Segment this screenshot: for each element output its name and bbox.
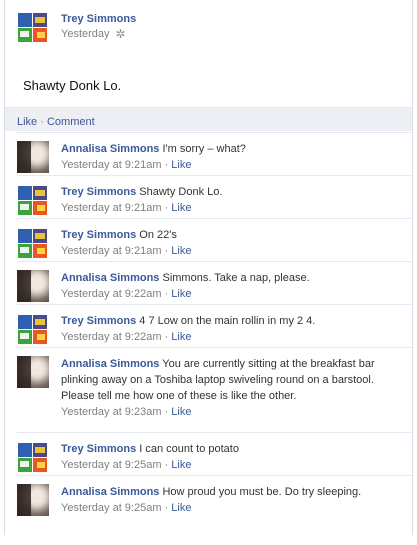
- comment-text: I can count to potato: [139, 443, 239, 455]
- comment-text: How proud you must be. Do try sleeping.: [162, 486, 362, 498]
- comment-text: On 22's: [139, 229, 177, 241]
- comment-item: Trey Simmons On 22's Yesterday at 9:21am…: [17, 218, 412, 261]
- comment-like-link[interactable]: Like: [171, 202, 191, 214]
- like-link[interactable]: Like: [17, 116, 37, 128]
- post-header: Trey Simmons Yesterday ✲: [5, 0, 412, 57]
- comment-timestamp[interactable]: Yesterday at 9:21am: [61, 245, 162, 257]
- commenter-name[interactable]: Annalisa Simmons: [61, 486, 159, 498]
- comment-link[interactable]: Comment: [47, 116, 95, 128]
- commenter-name[interactable]: Trey Simmons: [61, 186, 136, 198]
- commenter-avatar[interactable]: [17, 484, 49, 516]
- comment-like-link[interactable]: Like: [171, 459, 191, 471]
- commenter-name[interactable]: Annalisa Simmons: [61, 358, 159, 370]
- commenter-name[interactable]: Annalisa Simmons: [61, 272, 159, 284]
- commenter-name[interactable]: Trey Simmons: [61, 315, 136, 327]
- commenter-name[interactable]: Annalisa Simmons: [61, 143, 159, 155]
- post-timestamp[interactable]: Yesterday: [61, 27, 110, 41]
- comment-like-link[interactable]: Like: [171, 159, 191, 171]
- commenter-avatar[interactable]: [17, 184, 49, 216]
- comment-item: Trey Simmons 4 7 Low on the main rollin …: [17, 304, 412, 347]
- commenter-name[interactable]: Trey Simmons: [61, 443, 136, 455]
- comment-timestamp[interactable]: Yesterday at 9:23am: [61, 406, 162, 418]
- comment-timestamp[interactable]: Yesterday at 9:22am: [61, 331, 162, 343]
- commenter-avatar[interactable]: [17, 313, 49, 345]
- comment-like-link[interactable]: Like: [171, 406, 191, 418]
- commenter-avatar[interactable]: [17, 227, 49, 259]
- comment-item: Trey Simmons Shawty Donk Lo. Yesterday a…: [17, 175, 412, 218]
- commenter-avatar[interactable]: [17, 441, 49, 473]
- comment-text: Shawty Donk Lo.: [139, 186, 223, 198]
- comment-timestamp[interactable]: Yesterday at 9:25am: [61, 502, 162, 514]
- action-separator: ·: [40, 116, 44, 128]
- comment-like-link[interactable]: Like: [171, 331, 191, 343]
- comment-item: Annalisa Simmons Simmons. Take a nap, pl…: [17, 261, 412, 304]
- comment-item: Trey Simmons I can count to potato Yeste…: [17, 432, 412, 475]
- comment-like-link[interactable]: Like: [171, 288, 191, 300]
- privacy-gear-icon[interactable]: ✲: [116, 28, 126, 40]
- commenter-name[interactable]: Trey Simmons: [61, 229, 136, 241]
- comment-text: 4 7 Low on the main rollin in my 2 4.: [139, 315, 316, 327]
- story-card: Trey Simmons Yesterday ✲ Shawty Donk Lo.…: [4, 0, 413, 535]
- comment-text: Simmons. Take a nap, please.: [162, 272, 310, 284]
- comment-item: Annalisa Simmons You are currently sitti…: [17, 347, 412, 432]
- commenter-avatar[interactable]: [17, 270, 49, 302]
- commenter-avatar[interactable]: [17, 356, 49, 388]
- author-avatar[interactable]: [17, 11, 49, 43]
- commenter-avatar[interactable]: [17, 141, 49, 173]
- comment-like-link[interactable]: Like: [171, 245, 191, 257]
- comment-item: Annalisa Simmons I'm sorry – what? Yeste…: [17, 132, 412, 175]
- comment-timestamp[interactable]: Yesterday at 9:21am: [61, 159, 162, 171]
- post-action-bar: Like · Comment: [5, 107, 412, 131]
- post-author-name[interactable]: Trey Simmons: [61, 11, 136, 26]
- comment-timestamp[interactable]: Yesterday at 9:22am: [61, 288, 162, 300]
- comment-timestamp[interactable]: Yesterday at 9:25am: [61, 459, 162, 471]
- comment-like-link[interactable]: Like: [171, 502, 191, 514]
- post-message: Shawty Donk Lo.: [23, 78, 122, 93]
- comment-timestamp[interactable]: Yesterday at 9:21am: [61, 202, 162, 214]
- comment-text: I'm sorry – what?: [162, 143, 246, 155]
